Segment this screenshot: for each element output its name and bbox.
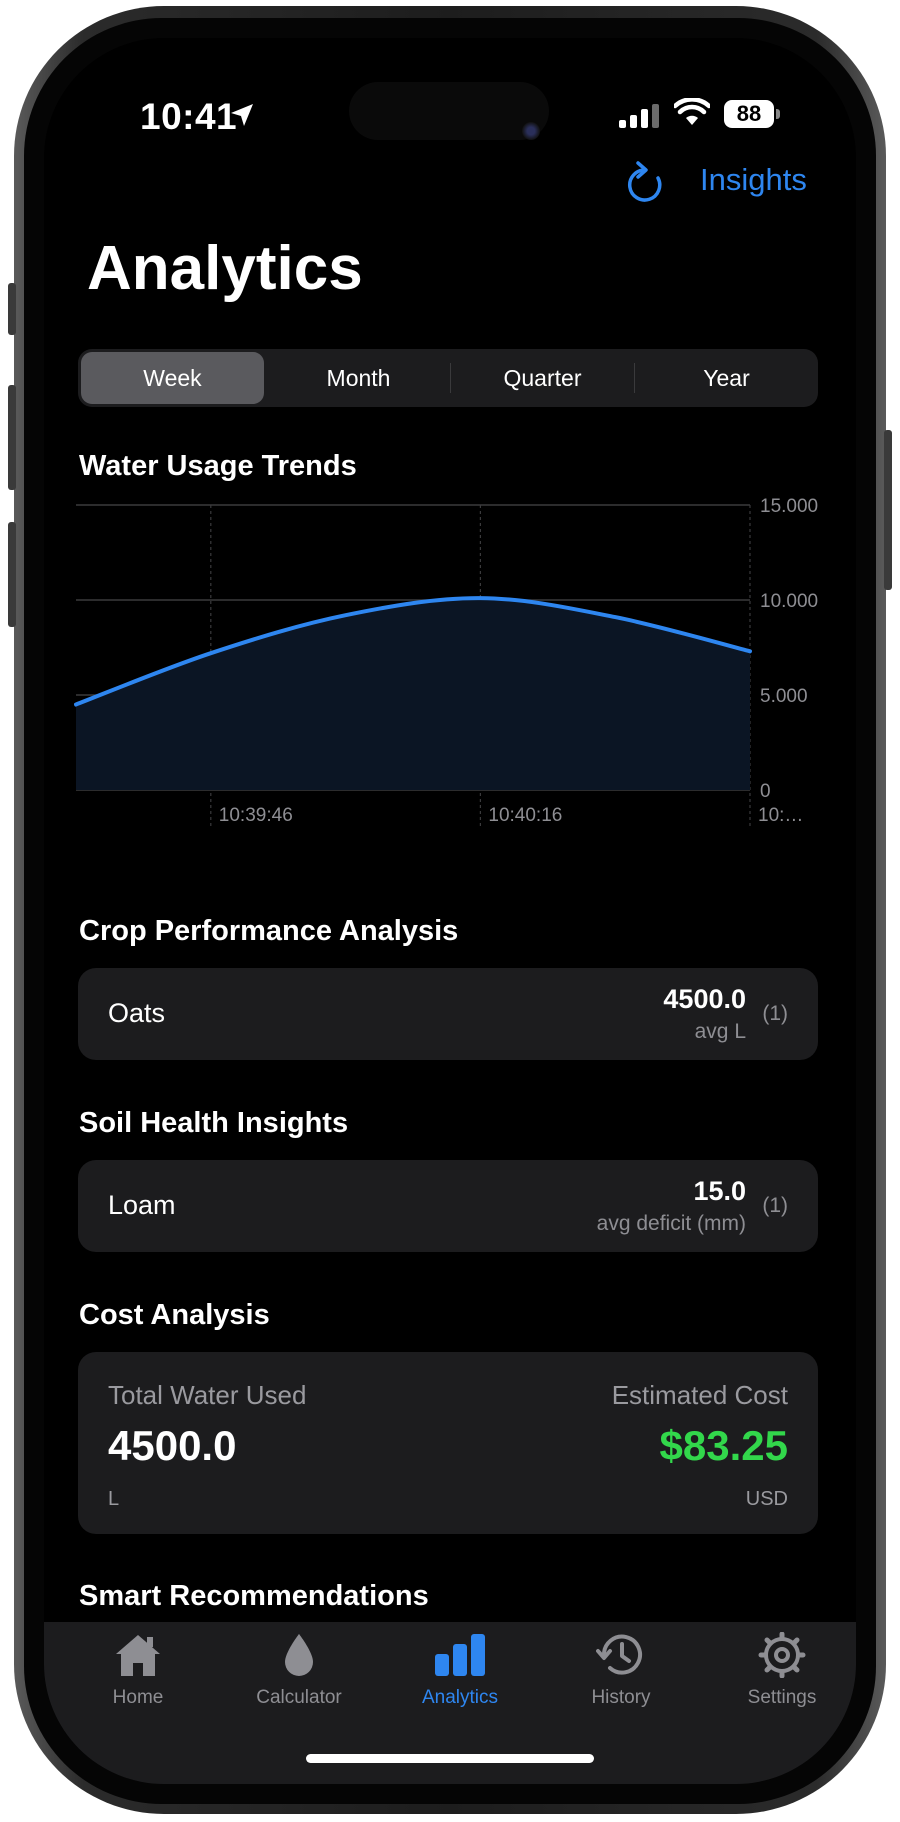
- water-usage-chart: 0 5.000 10.000 15.000 10:39:46 10:40:16 10:…: [74, 496, 818, 828]
- battery-indicator: 88: [724, 100, 774, 128]
- y-tick-label: 15.000: [760, 496, 818, 517]
- status-time: 10:41: [140, 96, 238, 137]
- gear-icon: [758, 1631, 806, 1679]
- segment-quarter[interactable]: Quarter: [451, 349, 634, 407]
- tab-calculator-label: Calculator: [256, 1687, 342, 1708]
- x-tick-label: 10:39:46: [219, 805, 293, 826]
- camera-icon: [522, 122, 540, 140]
- volume-up-button: [8, 385, 16, 490]
- crop-name: Oats: [108, 998, 166, 1028]
- y-tick-label: 0: [760, 781, 771, 802]
- crop-row-card[interactable]: Oats 4500.0 avg L (1): [78, 968, 818, 1060]
- chart-bar-icon: [435, 1634, 485, 1676]
- crop-value: 4500.0: [663, 984, 746, 1014]
- tab-analytics-label: Analytics: [421, 1687, 499, 1708]
- clock-history-icon: [596, 1634, 642, 1675]
- cost-card: Total Water Used 4500.0 L Estimated Cost…: [78, 1352, 818, 1534]
- cost-section-title: Cost Analysis: [79, 1299, 270, 1331]
- volume-down-button: [8, 522, 16, 627]
- drop-icon: [285, 1634, 313, 1676]
- estimated-cost-label: Estimated Cost: [611, 1380, 788, 1410]
- battery-tip: [776, 109, 780, 119]
- crop-unit: avg L: [694, 1020, 746, 1043]
- estimated-cost-unit: USD: [745, 1488, 788, 1510]
- tab-settings[interactable]: Settings: [712, 1631, 852, 1709]
- house-icon: [116, 1635, 160, 1676]
- refresh-icon[interactable]: [624, 160, 666, 206]
- period-segmented-control: Week Month Quarter Year: [78, 349, 818, 407]
- location-arrow-icon: [231, 104, 253, 126]
- y-tick-label: 5.000: [760, 686, 808, 707]
- screen: 10:41 88 Insights Analytics Week Month Q…: [44, 38, 856, 1784]
- tab-calculator[interactable]: Calculator: [229, 1632, 369, 1709]
- crop-count: (1): [762, 1002, 788, 1025]
- series-area: [76, 598, 750, 790]
- tab-home-label: Home: [112, 1687, 164, 1708]
- dynamic-island: [349, 82, 549, 140]
- soil-unit: avg deficit (mm): [596, 1212, 746, 1235]
- tab-history-label: History: [591, 1687, 651, 1708]
- soil-name: Loam: [108, 1190, 176, 1220]
- segment-month[interactable]: Month: [267, 349, 450, 407]
- soil-row-card[interactable]: Loam 15.0 avg deficit (mm) (1): [78, 1160, 818, 1252]
- estimated-cost-value: $83.25: [659, 1422, 788, 1469]
- home-indicator: [306, 1754, 594, 1763]
- total-water-label: Total Water Used: [108, 1380, 307, 1410]
- segment-week[interactable]: Week: [81, 352, 264, 404]
- crop-section-title: Crop Performance Analysis: [79, 915, 459, 947]
- wifi-icon: [674, 98, 710, 125]
- tab-home[interactable]: Home: [68, 1632, 208, 1709]
- soil-section-title: Soil Health Insights: [79, 1107, 349, 1139]
- recommendations-title: Smart Recommendations: [79, 1580, 429, 1612]
- soil-value: 15.0: [693, 1176, 746, 1206]
- tab-settings-label: Settings: [747, 1687, 817, 1708]
- action-button: [8, 283, 16, 335]
- chart-title: Water Usage Trends: [79, 450, 357, 482]
- soil-count: (1): [762, 1194, 788, 1217]
- page-title: Analytics: [87, 234, 363, 303]
- total-water-unit: L: [108, 1488, 120, 1510]
- y-tick-label: 10.000: [760, 591, 818, 612]
- tab-history[interactable]: History: [551, 1632, 691, 1709]
- segment-year[interactable]: Year: [635, 349, 818, 407]
- power-button: [884, 430, 892, 590]
- total-water-value: 4500.0: [108, 1422, 237, 1469]
- x-tick-label: 10:…: [758, 805, 803, 826]
- x-tick-label: 10:40:16: [488, 805, 562, 826]
- cellular-signal-icon: [619, 104, 659, 128]
- insights-button[interactable]: Insights: [700, 162, 807, 198]
- tab-analytics[interactable]: Analytics: [390, 1632, 530, 1709]
